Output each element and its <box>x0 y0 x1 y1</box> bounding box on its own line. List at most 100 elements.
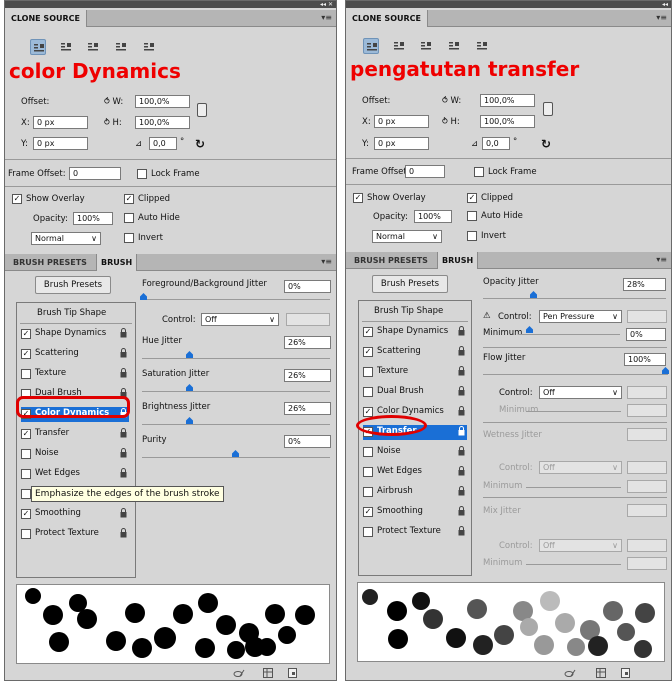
y-input[interactable]: 0 px <box>33 137 88 150</box>
lock-icon[interactable] <box>458 446 465 456</box>
brightness-jitter-slider[interactable] <box>142 424 330 425</box>
blend-mode-select[interactable]: Normal ∨ <box>372 230 442 243</box>
opacity-input[interactable]: 100% <box>414 210 452 223</box>
brush-option-smoothing[interactable]: ✓ Smoothing <box>363 505 467 520</box>
saturation-jitter-input[interactable]: 26% <box>284 369 331 382</box>
opacity-jitter-thumb[interactable] <box>530 291 537 298</box>
brush-option-texture[interactable]: Texture <box>363 365 467 380</box>
y-input[interactable]: 0 px <box>374 137 429 150</box>
brush-option-checkbox[interactable]: ✓ <box>21 429 31 439</box>
brush-option-checkbox[interactable]: ✓ <box>363 347 373 357</box>
lock-icon[interactable] <box>458 426 465 436</box>
lock-icon[interactable] <box>120 508 127 518</box>
lock-icon[interactable] <box>120 428 127 438</box>
saturation-jitter-thumb[interactable] <box>186 384 193 391</box>
lock-icon[interactable] <box>458 526 465 536</box>
brush-tip-shape-label[interactable]: Brush Tip Shape <box>374 306 443 316</box>
lock-icon[interactable] <box>543 102 553 116</box>
brush-option-checkbox[interactable] <box>21 469 31 479</box>
lock-icon[interactable] <box>120 348 127 358</box>
tab-brush-presets[interactable]: BRUSH PRESETS <box>9 254 91 271</box>
flow-jitter-input[interactable]: 100% <box>624 353 666 366</box>
lock-icon[interactable] <box>120 468 127 478</box>
lock-icon[interactable] <box>120 528 127 538</box>
clipped-checkbox[interactable]: ✓ <box>467 193 477 203</box>
brush-option-checkbox[interactable] <box>363 387 373 397</box>
w-input[interactable]: 100,0% <box>135 95 190 108</box>
lock-icon[interactable] <box>458 346 465 356</box>
lock-frame-checkbox[interactable] <box>474 167 484 177</box>
flow-jitter-slider[interactable] <box>483 374 668 375</box>
purity-input[interactable]: 0% <box>284 435 331 448</box>
control-select[interactable]: Off ∨ <box>539 386 622 399</box>
lock-icon[interactable] <box>458 486 465 496</box>
hue-jitter-slider[interactable] <box>142 358 330 359</box>
lock-icon[interactable] <box>120 328 127 338</box>
show-overlay-checkbox[interactable]: ✓ <box>12 194 22 204</box>
saturation-jitter-slider[interactable] <box>142 391 330 392</box>
toggle-live-tip-icon[interactable] <box>564 668 576 678</box>
panel-menu-icon[interactable]: ▾≡ <box>321 257 332 266</box>
brush-option-wet-edges[interactable]: Wet Edges <box>363 465 467 480</box>
angle-input[interactable]: 0,0 <box>149 137 177 150</box>
clone-source-icon[interactable] <box>58 39 74 55</box>
lock-icon[interactable] <box>458 386 465 396</box>
h-input[interactable]: 100,0% <box>135 116 190 129</box>
control-select[interactable]: Off ∨ <box>201 313 279 326</box>
brush-option-checkbox[interactable]: ✓ <box>363 407 373 417</box>
lock-icon[interactable] <box>458 506 465 516</box>
fg-bg-jitter-input[interactable]: 0% <box>284 280 331 293</box>
brush-option-checkbox[interactable] <box>363 487 373 497</box>
brush-option-wet-edges[interactable]: Wet Edges <box>21 467 129 482</box>
grid-icon[interactable] <box>596 668 606 678</box>
lock-icon[interactable] <box>120 368 127 378</box>
lock-icon[interactable] <box>458 406 465 416</box>
toggle-live-tip-icon[interactable] <box>233 668 245 678</box>
minimum-thumb[interactable] <box>526 326 533 333</box>
clone-source-icon[interactable] <box>113 39 129 55</box>
opacity-jitter-slider[interactable] <box>483 298 666 299</box>
fg-bg-jitter-thumb[interactable] <box>140 293 147 300</box>
brush-option-checkbox[interactable] <box>21 489 31 499</box>
minimum-input[interactable]: 0% <box>626 328 666 341</box>
brush-option-protect-texture[interactable]: Protect Texture <box>21 527 129 542</box>
reset-icon[interactable]: ↻ <box>541 137 551 151</box>
tab-brush-presets[interactable]: BRUSH PRESETS <box>350 252 432 269</box>
brush-option-checkbox[interactable]: ✓ <box>21 509 31 519</box>
clone-source-icon[interactable] <box>418 38 434 54</box>
x-input[interactable]: 0 px <box>33 116 88 129</box>
brush-option-checkbox[interactable] <box>363 447 373 457</box>
angle-input[interactable]: 0,0 <box>482 137 510 150</box>
purity-thumb[interactable] <box>232 450 239 457</box>
clone-source-icon[interactable] <box>391 38 407 54</box>
brightness-jitter-input[interactable]: 26% <box>284 402 331 415</box>
clone-source-icon[interactable] <box>474 38 490 54</box>
brush-option-shape-dynamics[interactable]: ✓ Shape Dynamics <box>21 327 129 342</box>
blend-mode-select[interactable]: Normal ∨ <box>31 232 101 245</box>
opacity-input[interactable]: 100% <box>73 212 113 225</box>
hue-jitter-thumb[interactable] <box>186 351 193 358</box>
brush-tip-shape-label[interactable]: Brush Tip Shape <box>37 308 106 318</box>
lock-icon[interactable] <box>458 466 465 476</box>
frame-offset-input[interactable]: 0 <box>69 167 121 180</box>
auto-hide-checkbox[interactable] <box>467 211 477 221</box>
lock-icon[interactable] <box>120 448 127 458</box>
brush-option-checkbox[interactable] <box>21 449 31 459</box>
brush-option-noise[interactable]: Noise <box>21 447 129 462</box>
tab-clone-source[interactable]: CLONE SOURCE <box>346 10 428 27</box>
tab-clone-source[interactable]: CLONE SOURCE <box>5 10 87 27</box>
invert-checkbox[interactable] <box>124 233 134 243</box>
x-input[interactable]: 0 px <box>374 115 429 128</box>
brush-option-shape-dynamics[interactable]: ✓ Shape Dynamics <box>363 325 467 340</box>
lock-icon[interactable] <box>458 366 465 376</box>
lock-frame-checkbox[interactable] <box>137 169 147 179</box>
h-input[interactable]: 100,0% <box>480 115 535 128</box>
hue-jitter-input[interactable]: 26% <box>284 336 331 349</box>
show-overlay-checkbox[interactable]: ✓ <box>353 193 363 203</box>
panel-menu-icon[interactable]: ▾≡ <box>656 13 667 22</box>
new-brush-icon[interactable] <box>288 668 298 678</box>
brush-option-checkbox[interactable]: ✓ <box>363 327 373 337</box>
tab-brush[interactable]: BRUSH <box>96 254 138 271</box>
brush-option-checkbox[interactable] <box>363 467 373 477</box>
purity-slider[interactable] <box>142 457 330 458</box>
